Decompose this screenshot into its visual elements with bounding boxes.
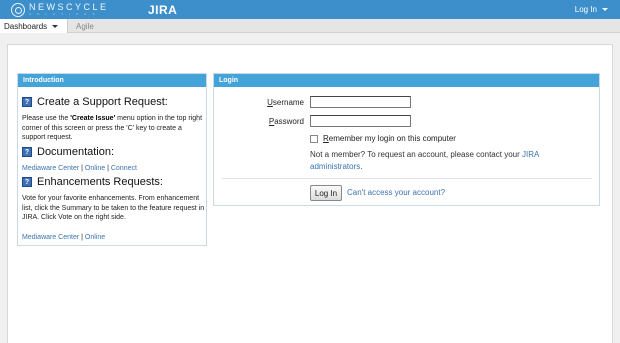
agile-menu[interactable]: Agile [76,22,94,31]
login-menu-label: Log In [574,5,597,14]
introduction-header: Introduction [18,74,206,87]
username-label: Username [267,98,304,107]
login-button[interactable]: Log In [310,185,342,201]
username-input[interactable] [310,96,411,108]
documentation-title: Documentation: [37,146,115,158]
remember-me-label[interactable]: Remember my login on this computer [323,134,456,143]
enhancements-text: Vote for your favorite enhancements. Fro… [22,195,205,221]
enh-link-mediaware-center[interactable]: Mediaware Center [22,234,79,241]
login-panel: Login Username Password Remember my logi… [213,73,600,206]
support-text: Please use the 'Create Issue' menu optio… [22,115,203,141]
help-icon: ? [22,147,32,157]
sub-navigation: Dashboards Agile [0,19,620,33]
jira-brand[interactable]: JIRA [148,3,177,17]
remember-me-checkbox[interactable] [310,135,318,143]
enhancements-section-heading: ? Enhancements Requests: [22,176,163,188]
help-icon: ? [22,177,32,187]
introduction-panel: Introduction ? Create a Support Request:… [17,73,207,246]
documentation-links: Mediaware Center | Online | Connect [22,165,137,172]
logo-text: NEWSCYCLE [29,2,109,12]
chevron-down-icon [602,8,608,11]
login-header: Login [214,74,599,87]
support-section-heading: ? Create a Support Request: [22,96,168,108]
enh-link-online[interactable]: Online [85,234,105,241]
newscycle-logo[interactable]: NEWSCYCLE SOLUTIONS [11,2,109,17]
enhancements-links: Mediaware Center | Online [22,234,106,241]
doc-link-mediaware-center[interactable]: Mediaware Center [22,165,79,172]
logo-subtext: SOLUTIONS [29,12,101,16]
help-icon: ? [22,97,32,107]
support-title: Create a Support Request: [37,96,168,108]
password-input[interactable] [310,115,411,127]
cant-access-account-link[interactable]: Can't access your account? [347,188,445,197]
logo-ring-icon [11,2,25,17]
not-member-text: Not a member? To request an account, ple… [310,150,539,171]
divider [222,178,592,179]
chevron-down-icon [52,24,59,28]
doc-link-connect[interactable]: Connect [111,165,137,172]
create-issue-emphasis: 'Create Issue' [70,115,116,122]
enhancements-title: Enhancements Requests: [37,176,163,188]
dashboards-label: Dashboards [4,21,48,31]
password-label: Password [268,117,304,126]
doc-link-online[interactable]: Online [85,165,105,172]
top-navigation-bar: NEWSCYCLE SOLUTIONS JIRA Log In [0,0,620,19]
login-menu-link[interactable]: Log In [575,5,608,14]
documentation-section-heading: ? Documentation: [22,146,114,158]
dashboards-menu[interactable]: Dashboards [0,19,68,33]
